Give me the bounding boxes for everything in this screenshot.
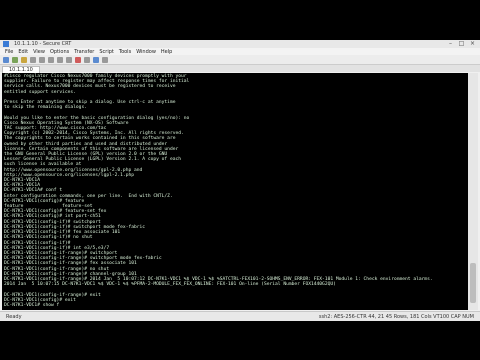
menu-file[interactable]: File: [5, 49, 13, 55]
copy-icon[interactable]: [39, 56, 45, 63]
title-bar: 10.1.1.10 - Secure CRT – □ ×: [0, 40, 480, 48]
folder-icon[interactable]: [21, 56, 27, 63]
paste-icon[interactable]: [48, 56, 54, 63]
status-left: Ready: [6, 313, 22, 320]
disconnect-icon[interactable]: [30, 56, 36, 63]
app-icon: [3, 41, 9, 47]
menu-window[interactable]: Window: [136, 49, 156, 55]
terminal-text: #Cisco regulator Cisco Nexus7000 family …: [2, 73, 468, 309]
sftp-icon[interactable]: [93, 56, 99, 63]
menu-tools[interactable]: Tools: [119, 49, 131, 55]
minimize-icon[interactable]: –: [445, 40, 456, 47]
toolbar: [0, 55, 480, 65]
scrollbar-thumb[interactable]: [470, 263, 476, 303]
menu-options[interactable]: Options: [50, 49, 69, 55]
print-icon[interactable]: [66, 56, 72, 63]
keymap-icon[interactable]: [84, 56, 90, 63]
terminal-line: DC-N7K1-VDC1# show f: [4, 302, 60, 308]
settings-icon[interactable]: [75, 56, 81, 63]
tab-session[interactable]: 10.1.1.10: [2, 66, 40, 73]
status-right: ssh2: AES-256-CTR 44, 21 45 Rows, 181 Co…: [318, 313, 474, 320]
terminal-output[interactable]: #Cisco regulator Cisco Nexus7000 family …: [2, 73, 468, 310]
menu-script[interactable]: Script: [99, 49, 114, 55]
close-icon[interactable]: ×: [467, 40, 478, 47]
maximize-icon[interactable]: □: [456, 40, 467, 47]
help-icon[interactable]: [102, 56, 108, 63]
status-bar: Ready ssh2: AES-256-CTR 44, 21 45 Rows, …: [0, 311, 480, 321]
menu-edit[interactable]: Edit: [18, 49, 28, 55]
menu-transfer[interactable]: Transfer: [74, 49, 94, 55]
connect-icon[interactable]: [3, 56, 9, 63]
tab-bar: 10.1.1.10: [0, 65, 480, 73]
menu-bar: File Edit View Options Transfer Script T…: [0, 48, 480, 55]
vertical-scrollbar[interactable]: [468, 73, 478, 310]
find-icon[interactable]: [57, 56, 63, 63]
window-title: 10.1.1.10 - Secure CRT: [14, 41, 72, 47]
menu-help[interactable]: Help: [161, 49, 172, 55]
window-controls: – □ ×: [445, 40, 478, 47]
terminal-window: 10.1.1.10 - Secure CRT – □ × File Edit V…: [0, 40, 480, 321]
quick-connect-icon[interactable]: [12, 56, 18, 63]
menu-view[interactable]: View: [33, 49, 45, 55]
